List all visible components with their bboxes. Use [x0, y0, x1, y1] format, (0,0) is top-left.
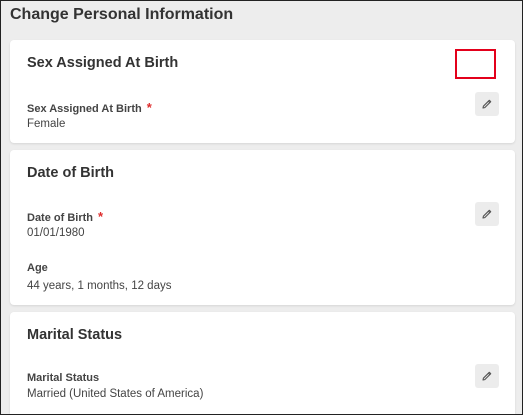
edit-marital-status-button[interactable]	[475, 364, 499, 388]
edit-date-of-birth-button[interactable]	[475, 202, 499, 226]
field-value-sex-assigned-at-birth: Female	[27, 118, 66, 130]
field-label-sex-assigned-at-birth: Sex Assigned At Birth *	[27, 100, 152, 115]
change-personal-information-page: Change Personal Information Sex Assigned…	[0, 0, 523, 415]
required-marker: *	[146, 100, 152, 115]
pencil-icon	[482, 209, 492, 219]
highlight-box	[455, 49, 496, 79]
field-label-date-of-birth: Date of Birth *	[27, 209, 103, 224]
field-value-age: 44 years, 1 months, 12 days	[27, 280, 172, 292]
field-value-marital-status: Married (United States of America)	[27, 388, 204, 400]
field-label-marital-status: Marital Status	[27, 372, 100, 384]
page-title: Change Personal Information	[10, 6, 234, 23]
section-date-of-birth: Date of Birth Date of Birth * 01/01/1980 …	[10, 150, 515, 305]
section-sex-assigned-at-birth: Sex Assigned At Birth Sex Assigned At Bi…	[10, 40, 515, 143]
edit-sex-assigned-at-birth-button[interactable]	[475, 92, 499, 116]
section-title: Date of Birth	[27, 165, 114, 181]
field-label-text: Date of Birth	[27, 212, 93, 224]
section-marital-status: Marital Status Marital Status Married (U…	[10, 312, 515, 414]
section-title: Marital Status	[27, 327, 123, 343]
field-value-date-of-birth: 01/01/1980	[27, 227, 85, 239]
field-label-age: Age	[27, 262, 48, 274]
section-title: Sex Assigned At Birth	[27, 55, 179, 71]
required-marker: *	[98, 209, 104, 224]
pencil-icon	[482, 371, 492, 381]
pencil-icon	[482, 99, 492, 109]
field-label-text: Sex Assigned At Birth	[27, 103, 142, 115]
